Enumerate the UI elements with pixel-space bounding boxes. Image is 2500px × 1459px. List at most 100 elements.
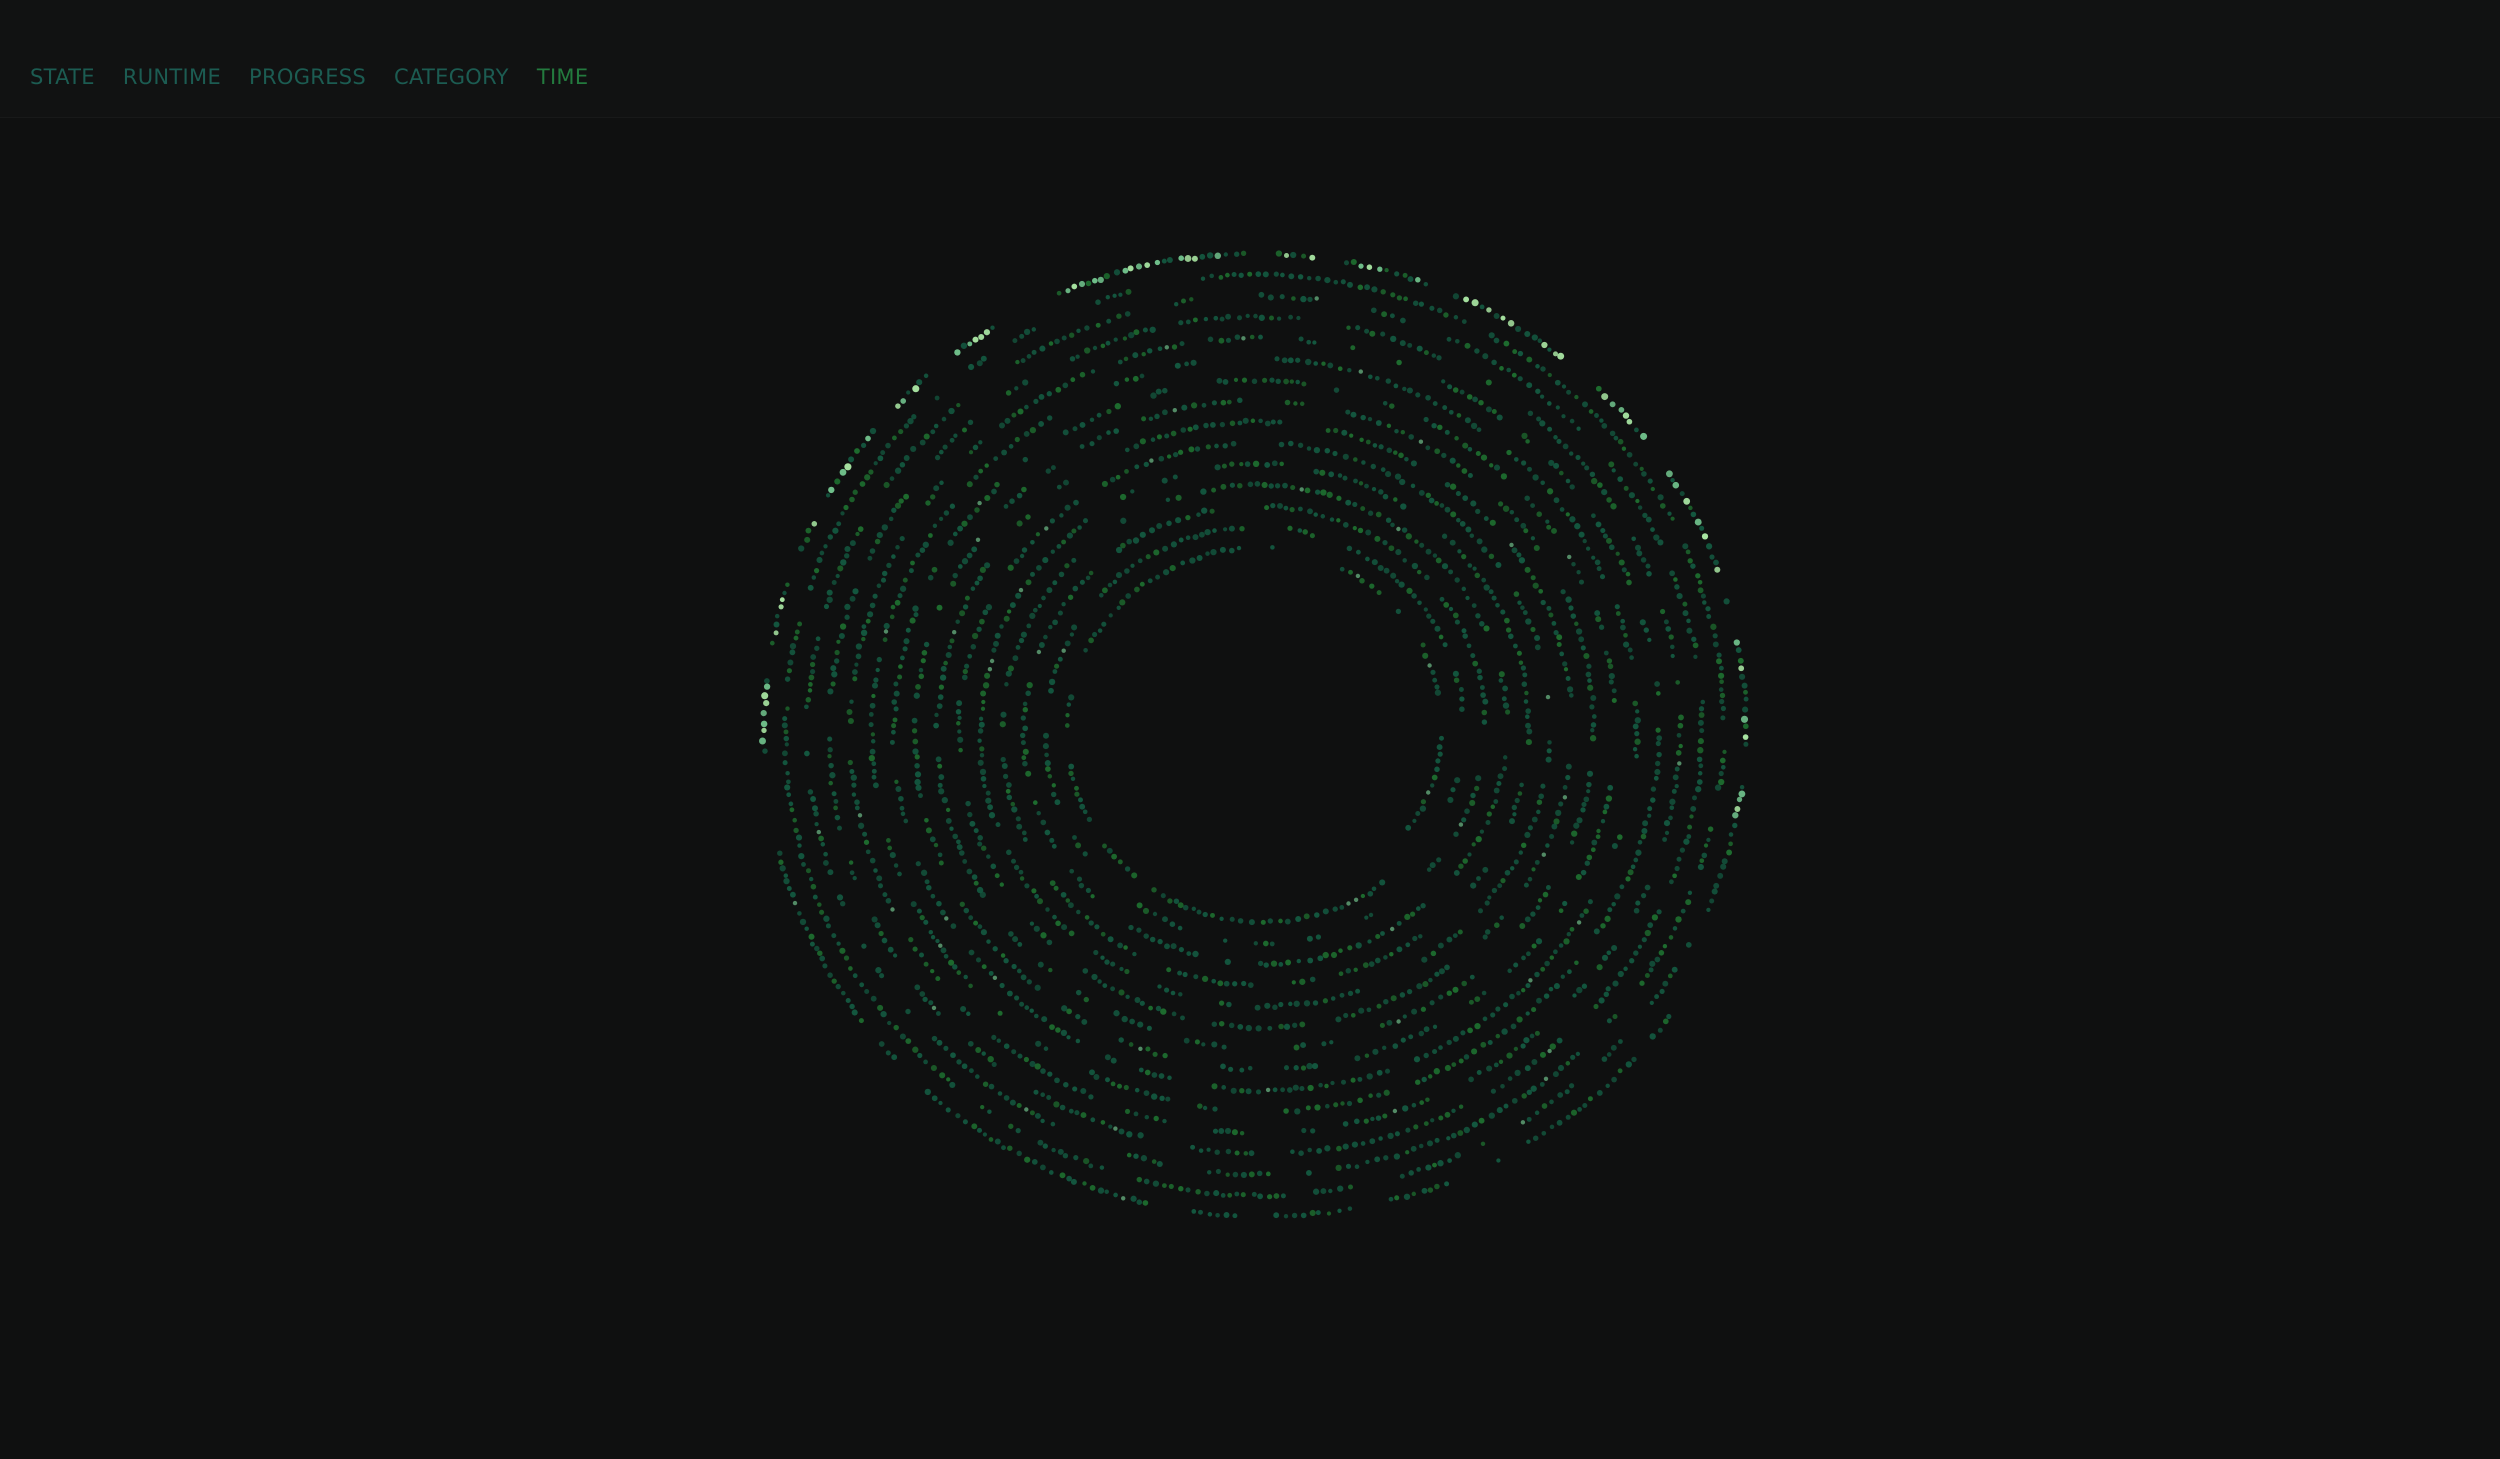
spiral-dot	[1101, 587, 1108, 594]
spiral-dot	[1507, 320, 1515, 327]
spiral-dot	[844, 553, 850, 559]
spiral-dot	[1560, 974, 1565, 979]
spiral-dot	[1139, 373, 1145, 379]
spiral-dot	[1037, 603, 1042, 609]
spiral-dot	[1182, 904, 1189, 911]
spiral-dot	[943, 953, 949, 959]
spiral-dot	[1008, 444, 1014, 449]
spiral-dot	[1168, 1183, 1174, 1189]
spiral-dot	[1487, 895, 1492, 900]
spiral-dot	[871, 761, 877, 767]
spiral-dot	[1275, 378, 1281, 385]
tab-progress[interactable]: PROGRESS	[249, 62, 366, 92]
spiral-dot	[1635, 849, 1642, 856]
spiral-dot	[1083, 996, 1090, 1003]
spiral-dot	[989, 658, 995, 664]
spiral-dot	[1647, 478, 1653, 484]
spiral-dot	[1507, 1076, 1513, 1081]
spiral-dot	[925, 827, 932, 834]
spiral-dot	[1108, 1124, 1113, 1129]
tab-category[interactable]: CATEGORY	[394, 62, 509, 92]
spiral-dot	[1456, 517, 1461, 523]
spiral-dot	[1314, 489, 1321, 495]
spiral-dot	[1685, 899, 1692, 906]
spiral-dot	[1274, 483, 1281, 489]
spiral-dot	[1280, 272, 1285, 278]
spiral-dot	[1046, 587, 1053, 594]
spiral-dot	[1366, 1007, 1372, 1013]
spiral-dot	[943, 1045, 949, 1051]
spiral-dot	[1386, 423, 1392, 428]
spiral-dot	[1345, 409, 1351, 415]
spiral-dot	[1432, 401, 1438, 407]
spiral-dot	[1412, 300, 1419, 306]
spiral-dot	[1534, 971, 1540, 978]
spiral-dot	[1719, 679, 1724, 685]
spiral-dot	[1447, 796, 1454, 803]
spiral-dot	[1418, 489, 1425, 496]
spiral-dot	[966, 868, 973, 875]
spiral-dot	[1474, 572, 1481, 579]
spiral-dot	[1211, 400, 1217, 406]
tab-runtime[interactable]: RUNTIME	[123, 62, 221, 92]
spiral-dot	[1632, 700, 1639, 707]
spiral-dot	[1381, 311, 1388, 318]
spiral-dot	[836, 894, 844, 901]
spiral-dot	[1106, 408, 1112, 415]
spiral-dot	[852, 489, 858, 495]
spiral-dot	[1706, 614, 1712, 619]
spiral-dot	[1077, 525, 1082, 530]
spiral-dot	[1517, 376, 1523, 382]
spiral-dot	[1651, 914, 1659, 921]
spiral-dot	[1410, 483, 1416, 489]
spiral-dot	[870, 732, 876, 737]
tab-state[interactable]: STATE	[30, 62, 95, 92]
spiral-dot	[1003, 504, 1009, 509]
spiral-dot	[1303, 913, 1310, 920]
spiral-dot	[1540, 599, 1546, 606]
spiral-dot	[1347, 1206, 1353, 1211]
spiral-dot	[1535, 388, 1541, 394]
spiral-dot	[1255, 1025, 1262, 1032]
spiral-dot	[1382, 401, 1388, 406]
spiral-dot	[831, 580, 837, 585]
spiral-dot	[1502, 766, 1508, 772]
spiral-dot	[1378, 444, 1384, 450]
spiral-dot	[1476, 876, 1481, 881]
spiral-dot	[1276, 316, 1282, 321]
spiral-dot	[1222, 527, 1228, 532]
spiral-dot	[1583, 908, 1589, 914]
spiral-dot	[977, 841, 983, 847]
spiral-dot	[1524, 690, 1529, 696]
spiral-dot	[914, 763, 920, 769]
spiral-dot	[1387, 1132, 1394, 1140]
spiral-dot	[1129, 1018, 1135, 1025]
spiral-dot	[895, 403, 901, 409]
spiral-dot	[1417, 600, 1422, 606]
spiral-dot	[1596, 566, 1602, 572]
spiral-dot	[1116, 605, 1121, 610]
spiral-dot	[1611, 1076, 1617, 1083]
spiral-dot	[1674, 783, 1679, 789]
spiral-dot	[1009, 602, 1016, 609]
spiral-dot	[1565, 1114, 1571, 1120]
spiral-dot	[840, 901, 846, 907]
spiral-dot	[1283, 1065, 1290, 1071]
spiral-dot	[1210, 912, 1215, 918]
spiral-dot	[1578, 636, 1585, 643]
spiral-dot	[1251, 1191, 1257, 1197]
spiral-dot	[898, 429, 904, 435]
spiral-dot	[1565, 596, 1572, 603]
spiral-dot	[1591, 513, 1596, 519]
spiral-dot	[1151, 1072, 1158, 1078]
spiral-dot	[1626, 451, 1633, 458]
spiral-dot	[1125, 994, 1130, 999]
tab-time[interactable]: TIME	[537, 62, 589, 92]
spiral-dot-visualization[interactable]	[0, 118, 2500, 1459]
spiral-dot	[811, 521, 818, 527]
spiral-dot	[1133, 1153, 1139, 1159]
spiral-dot	[920, 869, 928, 876]
spiral-dot	[952, 630, 957, 635]
spiral-dot	[999, 624, 1004, 629]
spiral-dot	[928, 1000, 934, 1006]
